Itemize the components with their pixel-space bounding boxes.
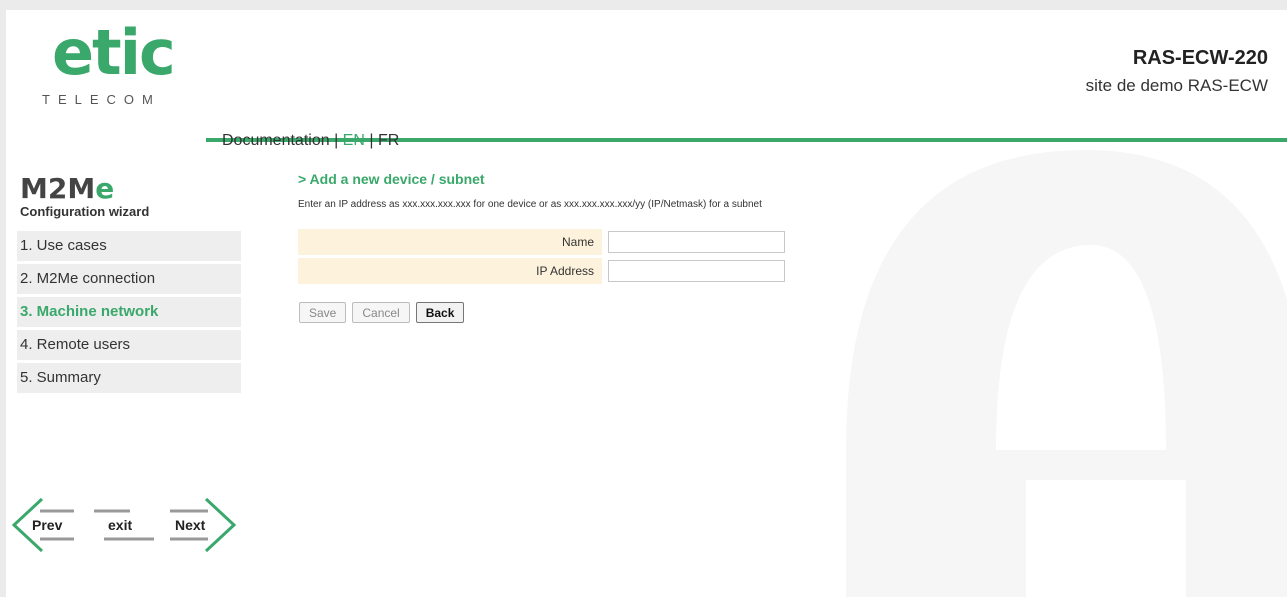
form-buttons: Save Cancel Back	[299, 302, 465, 323]
wizard-navigation: Prev exit Next	[10, 495, 240, 555]
ip-address-input[interactable]	[608, 260, 785, 282]
logo-subtitle: TELECOM	[42, 92, 161, 107]
wizard-subtitle: Configuration wizard	[20, 204, 150, 219]
wizard-steps: 1. Use cases 2. M2Me connection 3. Machi…	[17, 231, 241, 396]
back-button[interactable]: Back	[415, 302, 465, 323]
step-remote-users[interactable]: 4. Remote users	[17, 330, 241, 360]
exit-button[interactable]: exit	[108, 517, 132, 533]
step-machine-network[interactable]: 3. Machine network	[17, 297, 241, 327]
ip-address-label: IP Address	[298, 258, 602, 284]
product-site-name: site de demo RAS-ECW	[1085, 76, 1268, 95]
language-fr-link[interactable]: FR	[378, 132, 399, 149]
ip-hint-text: Enter an IP address as xxx.xxx.xxx.xxx f…	[298, 199, 762, 210]
step-m2me-connection[interactable]: 2. M2Me connection	[17, 264, 241, 294]
m2me-logo: M2Me Configuration wizard	[20, 175, 150, 220]
save-button[interactable]: Save	[299, 302, 347, 323]
cancel-button[interactable]: Cancel	[352, 302, 410, 323]
separator: |	[364, 132, 378, 149]
documentation-links: Documentation | EN | FR	[222, 132, 399, 150]
prev-button[interactable]: Prev	[32, 517, 62, 533]
main-content: > Add a new device / subnet Enter an IP …	[298, 171, 762, 210]
etic-telecom-logo: etic TELECOM	[40, 22, 200, 122]
etic-watermark-icon	[846, 150, 1287, 597]
m2me-title: M2Me	[20, 175, 149, 203]
ip-address-row: IP Address	[298, 258, 785, 284]
name-label: Name	[298, 229, 602, 255]
product-model: RAS-ECW-220	[1132, 47, 1268, 69]
page-frame: etic TELECOM RAS-ECW-220 site de demo RA…	[6, 10, 1287, 597]
name-row: Name	[298, 229, 785, 255]
next-button[interactable]: Next	[175, 517, 205, 533]
product-info: RAS-ECW-220 site de demo RAS-ECW	[1086, 47, 1268, 96]
logo-mark: etic	[52, 16, 176, 89]
m2me-title-prefix: M2M	[20, 172, 96, 205]
name-input[interactable]	[608, 231, 785, 253]
step-use-cases[interactable]: 1. Use cases	[17, 231, 241, 261]
step-summary[interactable]: 5. Summary	[17, 363, 241, 393]
page-heading: > Add a new device / subnet	[298, 171, 485, 187]
documentation-link[interactable]: Documentation	[222, 132, 330, 149]
language-en-link[interactable]: EN	[343, 132, 365, 149]
device-form: Name IP Address	[298, 229, 785, 287]
m2me-title-e: e	[95, 172, 115, 205]
separator: |	[329, 132, 343, 149]
